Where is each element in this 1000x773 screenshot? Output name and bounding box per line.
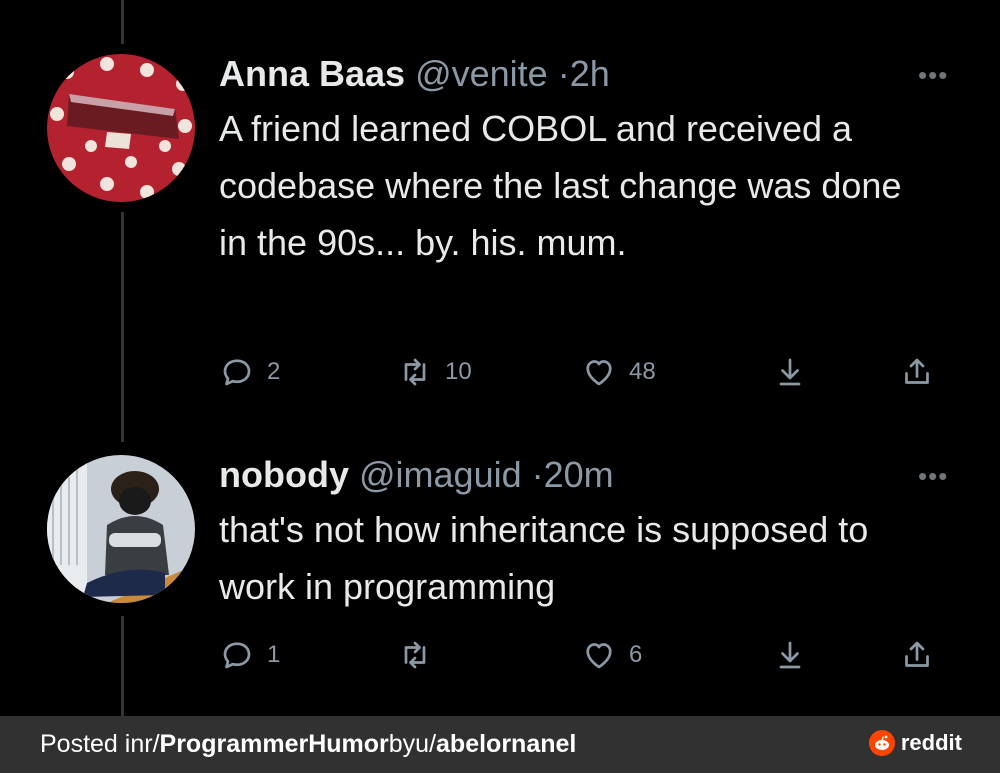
reply-button[interactable]: 2 — [219, 354, 280, 390]
reddit-wordmark: reddit — [900, 730, 962, 755]
retweet-icon — [404, 641, 426, 669]
footer-prefix: Posted in — [40, 730, 145, 758]
like-icon — [586, 643, 612, 669]
reply-count: 2 — [267, 358, 281, 385]
bookmark-button[interactable] — [772, 354, 808, 390]
like-button[interactable]: 6 — [581, 637, 642, 673]
tweet-actions: 1 6 — [219, 637, 949, 677]
bookmark-icon — [779, 358, 801, 386]
bookmark-icon — [779, 641, 801, 669]
timestamp[interactable]: 2h — [570, 53, 610, 94]
subreddit-prefix: r/ — [144, 730, 160, 758]
bookmark-button[interactable] — [772, 637, 808, 673]
display-name[interactable]: Anna Baas — [219, 53, 405, 94]
share-icon — [905, 358, 929, 384]
tweet-actions: 2 10 48 — [219, 354, 949, 394]
retweet-button[interactable]: 10 — [397, 354, 472, 390]
thread-line-middle — [121, 212, 124, 442]
avatar[interactable] — [47, 54, 195, 202]
tweet-text: that's not how inheritance is supposed t… — [219, 509, 869, 607]
retweet-icon — [404, 358, 426, 386]
user-prefix: u/ — [415, 730, 437, 758]
like-count: 6 — [629, 641, 643, 668]
tweet-header: Anna Baas @venite ·2h — [219, 52, 610, 96]
subreddit-link[interactable]: ProgrammerHumor — [160, 730, 389, 759]
reply-button[interactable]: 1 — [219, 637, 280, 673]
more-icon[interactable]: ••• — [918, 60, 948, 91]
reddit-logo[interactable]: reddit — [868, 730, 962, 756]
more-icon[interactable]: ••• — [918, 461, 948, 492]
reply-icon — [223, 359, 251, 386]
reply-icon — [223, 642, 251, 669]
avatar[interactable] — [47, 455, 195, 603]
share-button[interactable] — [899, 354, 935, 390]
user-link[interactable]: abelornanel — [436, 730, 576, 759]
like-count: 48 — [629, 358, 656, 385]
retweet-button[interactable] — [397, 637, 445, 673]
separator: · — [531, 454, 544, 495]
retweet-count: 10 — [445, 358, 472, 385]
user-handle[interactable]: @venite — [415, 53, 548, 94]
share-button[interactable] — [899, 637, 935, 673]
display-name[interactable]: nobody — [219, 454, 349, 495]
tweet-header: nobody @imaguid ·20m — [219, 453, 614, 497]
reddit-footer: Posted in r/ProgrammerHumor by u/abelorn… — [0, 716, 1000, 773]
avatar-image — [47, 54, 195, 202]
tweet-text: A friend learned COBOL and received a co… — [219, 108, 902, 263]
reply-count: 1 — [267, 641, 281, 668]
timestamp[interactable]: 20m — [544, 454, 614, 495]
separator: · — [557, 53, 570, 94]
share-icon — [905, 641, 929, 667]
user-handle[interactable]: @imaguid — [359, 454, 522, 495]
like-button[interactable]: 48 — [581, 354, 656, 390]
thread-line-top — [121, 0, 124, 44]
like-icon — [586, 360, 612, 386]
avatar-image — [47, 455, 195, 603]
thread-line-bottom — [121, 616, 124, 716]
footer-by: by — [388, 730, 416, 758]
reddit-logo-icon — [868, 730, 895, 756]
